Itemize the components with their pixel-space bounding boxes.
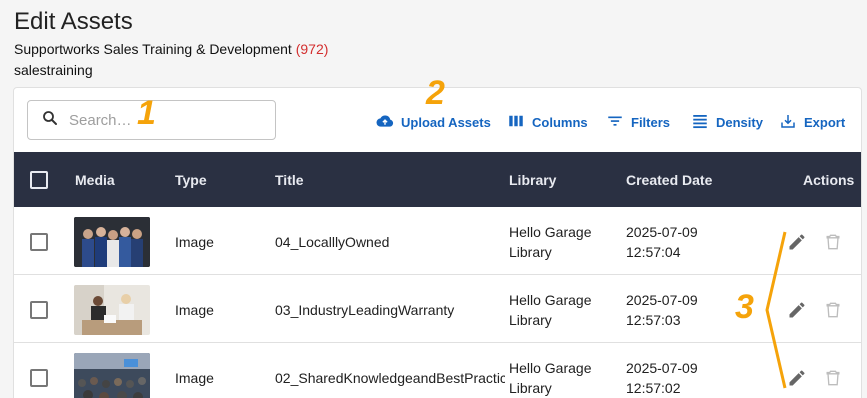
filters-button[interactable]: Filters — [606, 110, 670, 134]
export-label: Export — [804, 114, 846, 130]
media-thumbnail[interactable] — [74, 344, 150, 398]
asset-type: Image — [175, 301, 214, 318]
columns-icon — [507, 112, 532, 133]
density-icon — [691, 112, 716, 133]
upload-assets-button[interactable]: Upload Assets — [376, 110, 491, 134]
column-header-actions: Actions — [803, 171, 855, 188]
export-icon — [779, 112, 804, 133]
asset-type: Image — [175, 233, 214, 250]
asset-library: Hello Garage Library — [509, 276, 592, 343]
filter-icon — [606, 112, 631, 133]
column-header-library[interactable]: Library — [509, 152, 556, 207]
asset-time: 12:57:02 — [626, 379, 681, 396]
column-header-media[interactable]: Media — [75, 152, 115, 207]
asset-library-line2: Library — [509, 379, 552, 396]
asset-date: 2025-07-09 — [626, 223, 698, 240]
delete-icon[interactable] — [823, 208, 843, 275]
filters-label: Filters — [631, 114, 671, 130]
asset-date: 2025-07-09 — [626, 291, 698, 308]
row-checkbox[interactable] — [30, 276, 48, 343]
asset-library-line2: Library — [509, 243, 552, 260]
annotation-bracket — [765, 231, 787, 389]
asset-title: 04_LocalllyOwned — [275, 233, 390, 250]
org-name: Supportworks Sales Training & Developmen… — [14, 41, 292, 57]
asset-type: Image — [175, 369, 214, 386]
asset-title: 02_SharedKnowledgeandBestPractices — [275, 369, 505, 386]
search-icon — [41, 109, 59, 132]
asset-library-line1: Hello Garage — [509, 223, 592, 240]
media-thumbnail[interactable] — [74, 276, 150, 343]
asset-library: Hello Garage Library — [509, 208, 592, 275]
asset-library-line1: Hello Garage — [509, 359, 592, 376]
column-header-type[interactable]: Type — [175, 152, 207, 207]
upload-assets-label: Upload Assets — [401, 114, 491, 130]
delete-icon[interactable] — [823, 344, 843, 398]
columns-label: Columns — [532, 114, 588, 130]
annotation-number-1: 1 — [137, 94, 156, 132]
page-title: Edit Assets — [14, 8, 133, 35]
asset-created-date: 2025-07-09 12:57:03 — [626, 276, 698, 343]
edit-icon[interactable] — [787, 344, 807, 398]
edit-icon[interactable] — [787, 276, 807, 343]
table-row[interactable]: Image 04_LocalllyOwned Hello Garage Libr… — [14, 208, 861, 275]
org-line: Supportworks Sales Training & Developmen… — [14, 41, 328, 57]
asset-library-line2: Library — [509, 311, 552, 328]
export-button[interactable]: Export — [779, 110, 845, 134]
table-header: Media Type Title Library Created Date Ac… — [14, 152, 861, 207]
annotation-number-2: 2 — [426, 74, 445, 112]
columns-button[interactable]: Columns — [507, 110, 588, 134]
row-checkbox[interactable] — [30, 208, 48, 275]
asset-library-line1: Hello Garage — [509, 291, 592, 308]
org-asset-count: (972) — [295, 41, 329, 57]
asset-time: 12:57:04 — [626, 243, 681, 260]
table-row[interactable]: Image 02_SharedKnowledgeandBestPractices… — [14, 344, 861, 398]
column-header-title[interactable]: Title — [275, 152, 304, 207]
search-input[interactable] — [69, 111, 259, 129]
asset-created-date: 2025-07-09 12:57:04 — [626, 208, 698, 275]
density-button[interactable]: Density — [691, 110, 763, 134]
asset-library: Hello Garage Library — [509, 344, 592, 398]
asset-title: 03_IndustryLeadingWarranty — [275, 301, 455, 318]
cloud-upload-icon — [376, 112, 401, 133]
media-thumbnail[interactable] — [74, 208, 150, 275]
annotation-number-3: 3 — [735, 288, 754, 326]
asset-date: 2025-07-09 — [626, 359, 698, 376]
edit-icon[interactable] — [787, 208, 807, 275]
density-label: Density — [716, 114, 763, 130]
asset-time: 12:57:03 — [626, 311, 681, 328]
row-checkbox[interactable] — [30, 344, 48, 398]
asset-created-date: 2025-07-09 12:57:02 — [626, 344, 698, 398]
column-header-created-date[interactable]: Created Date — [626, 152, 712, 207]
delete-icon[interactable] — [823, 276, 843, 343]
assets-card: Upload Assets Columns Filters Density Ex… — [13, 87, 862, 398]
select-all-checkbox[interactable] — [30, 152, 48, 207]
username: salestraining — [14, 62, 93, 78]
